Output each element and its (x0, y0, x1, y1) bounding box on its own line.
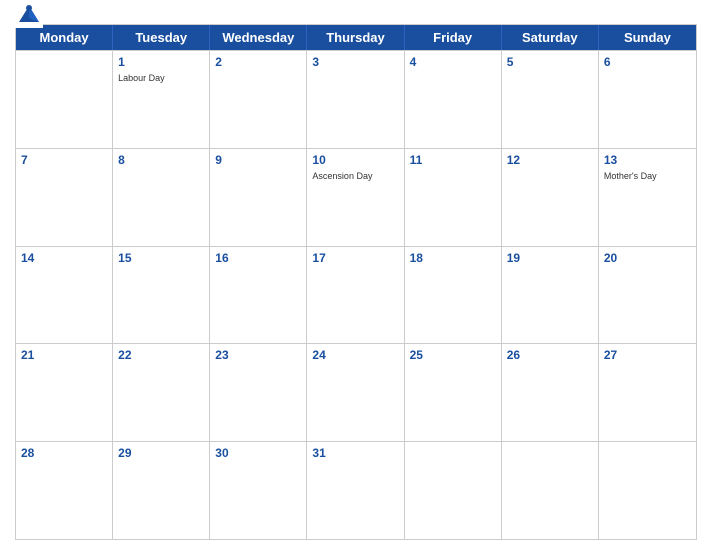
logo (15, 0, 47, 28)
calendar-cell: 23 (210, 344, 307, 441)
day-number: 17 (312, 250, 398, 267)
day-number: 20 (604, 250, 691, 267)
calendar-row: 14 15 16 17 18 19 20 (16, 246, 696, 344)
calendar-cell: 12 (502, 149, 599, 246)
calendar-cell: 9 (210, 149, 307, 246)
calendar-cell: 17 (307, 247, 404, 344)
day-number: 29 (118, 445, 204, 462)
day-number: 31 (312, 445, 398, 462)
calendar-cell: 22 (113, 344, 210, 441)
weekday-header: Thursday (307, 25, 404, 50)
calendar-cell: 13 Mother's Day (599, 149, 696, 246)
calendar-cell: 1 Labour Day (113, 51, 210, 148)
day-number: 14 (21, 250, 107, 267)
day-number: 5 (507, 54, 593, 71)
weekday-header: Saturday (502, 25, 599, 50)
weekday-header: Friday (405, 25, 502, 50)
page-header (15, 10, 697, 18)
calendar-cell: 2 (210, 51, 307, 148)
calendar-cell: 29 (113, 442, 210, 539)
day-number: 18 (410, 250, 496, 267)
calendar-cell: 24 (307, 344, 404, 441)
calendar-cell: 26 (502, 344, 599, 441)
calendar-cell: 20 (599, 247, 696, 344)
day-number: 21 (21, 347, 107, 364)
day-number: 10 (312, 152, 398, 169)
calendar-cell (502, 442, 599, 539)
day-number: 7 (21, 152, 107, 169)
calendar-cell (16, 51, 113, 148)
calendar-cell: 14 (16, 247, 113, 344)
calendar-cell: 31 (307, 442, 404, 539)
day-number: 27 (604, 347, 691, 364)
calendar-row: 789 10 Ascension Day 11 12 13 Mother's Day (16, 148, 696, 246)
calendar-cell: 19 (502, 247, 599, 344)
calendar-cell: 10 Ascension Day (307, 149, 404, 246)
calendar-cell: 4 (405, 51, 502, 148)
day-number: 11 (410, 152, 496, 169)
calendar-cell: 3 (307, 51, 404, 148)
day-number: 23 (215, 347, 301, 364)
day-number: 12 (507, 152, 593, 169)
day-number: 24 (312, 347, 398, 364)
day-number: 4 (410, 54, 496, 71)
calendar-cell: 6 (599, 51, 696, 148)
day-number: 9 (215, 152, 301, 169)
day-number: 22 (118, 347, 204, 364)
day-number: 26 (507, 347, 593, 364)
day-number: 13 (604, 152, 691, 169)
day-number: 6 (604, 54, 691, 71)
weekday-header: Monday (16, 25, 113, 50)
calendar-cell: 15 (113, 247, 210, 344)
calendar-cell (599, 442, 696, 539)
day-number: 8 (118, 152, 204, 169)
calendar-row: 21 22 23 24 25 26 27 (16, 343, 696, 441)
day-number: 1 (118, 54, 204, 71)
day-number: 2 (215, 54, 301, 71)
weekday-header: Wednesday (210, 25, 307, 50)
calendar-header: MondayTuesdayWednesdayThursdayFridaySatu… (16, 25, 696, 50)
day-number: 16 (215, 250, 301, 267)
calendar-cell: 11 (405, 149, 502, 246)
calendar-row: 28 29 30 31 (16, 441, 696, 539)
calendar-cell: 7 (16, 149, 113, 246)
calendar-body: 1Labour Day2345678910Ascension Day111213… (16, 50, 696, 539)
day-number: 19 (507, 250, 593, 267)
cell-event: Labour Day (118, 73, 204, 85)
calendar-cell: 25 (405, 344, 502, 441)
calendar-page: MondayTuesdayWednesdayThursdayFridaySatu… (0, 0, 712, 550)
calendar-cell: 30 (210, 442, 307, 539)
calendar-cell: 5 (502, 51, 599, 148)
logo-icon (15, 0, 43, 28)
cell-event: Mother's Day (604, 171, 691, 183)
calendar: MondayTuesdayWednesdayThursdayFridaySatu… (15, 24, 697, 540)
weekday-header: Sunday (599, 25, 696, 50)
calendar-cell: 16 (210, 247, 307, 344)
day-number: 25 (410, 347, 496, 364)
day-number: 28 (21, 445, 107, 462)
day-number: 15 (118, 250, 204, 267)
calendar-row: 1 Labour Day 23456 (16, 50, 696, 148)
calendar-cell: 28 (16, 442, 113, 539)
cell-event: Ascension Day (312, 171, 398, 183)
day-number: 3 (312, 54, 398, 71)
weekday-header: Tuesday (113, 25, 210, 50)
calendar-cell: 27 (599, 344, 696, 441)
calendar-cell: 21 (16, 344, 113, 441)
calendar-cell: 8 (113, 149, 210, 246)
calendar-cell (405, 442, 502, 539)
day-number: 30 (215, 445, 301, 462)
calendar-cell: 18 (405, 247, 502, 344)
